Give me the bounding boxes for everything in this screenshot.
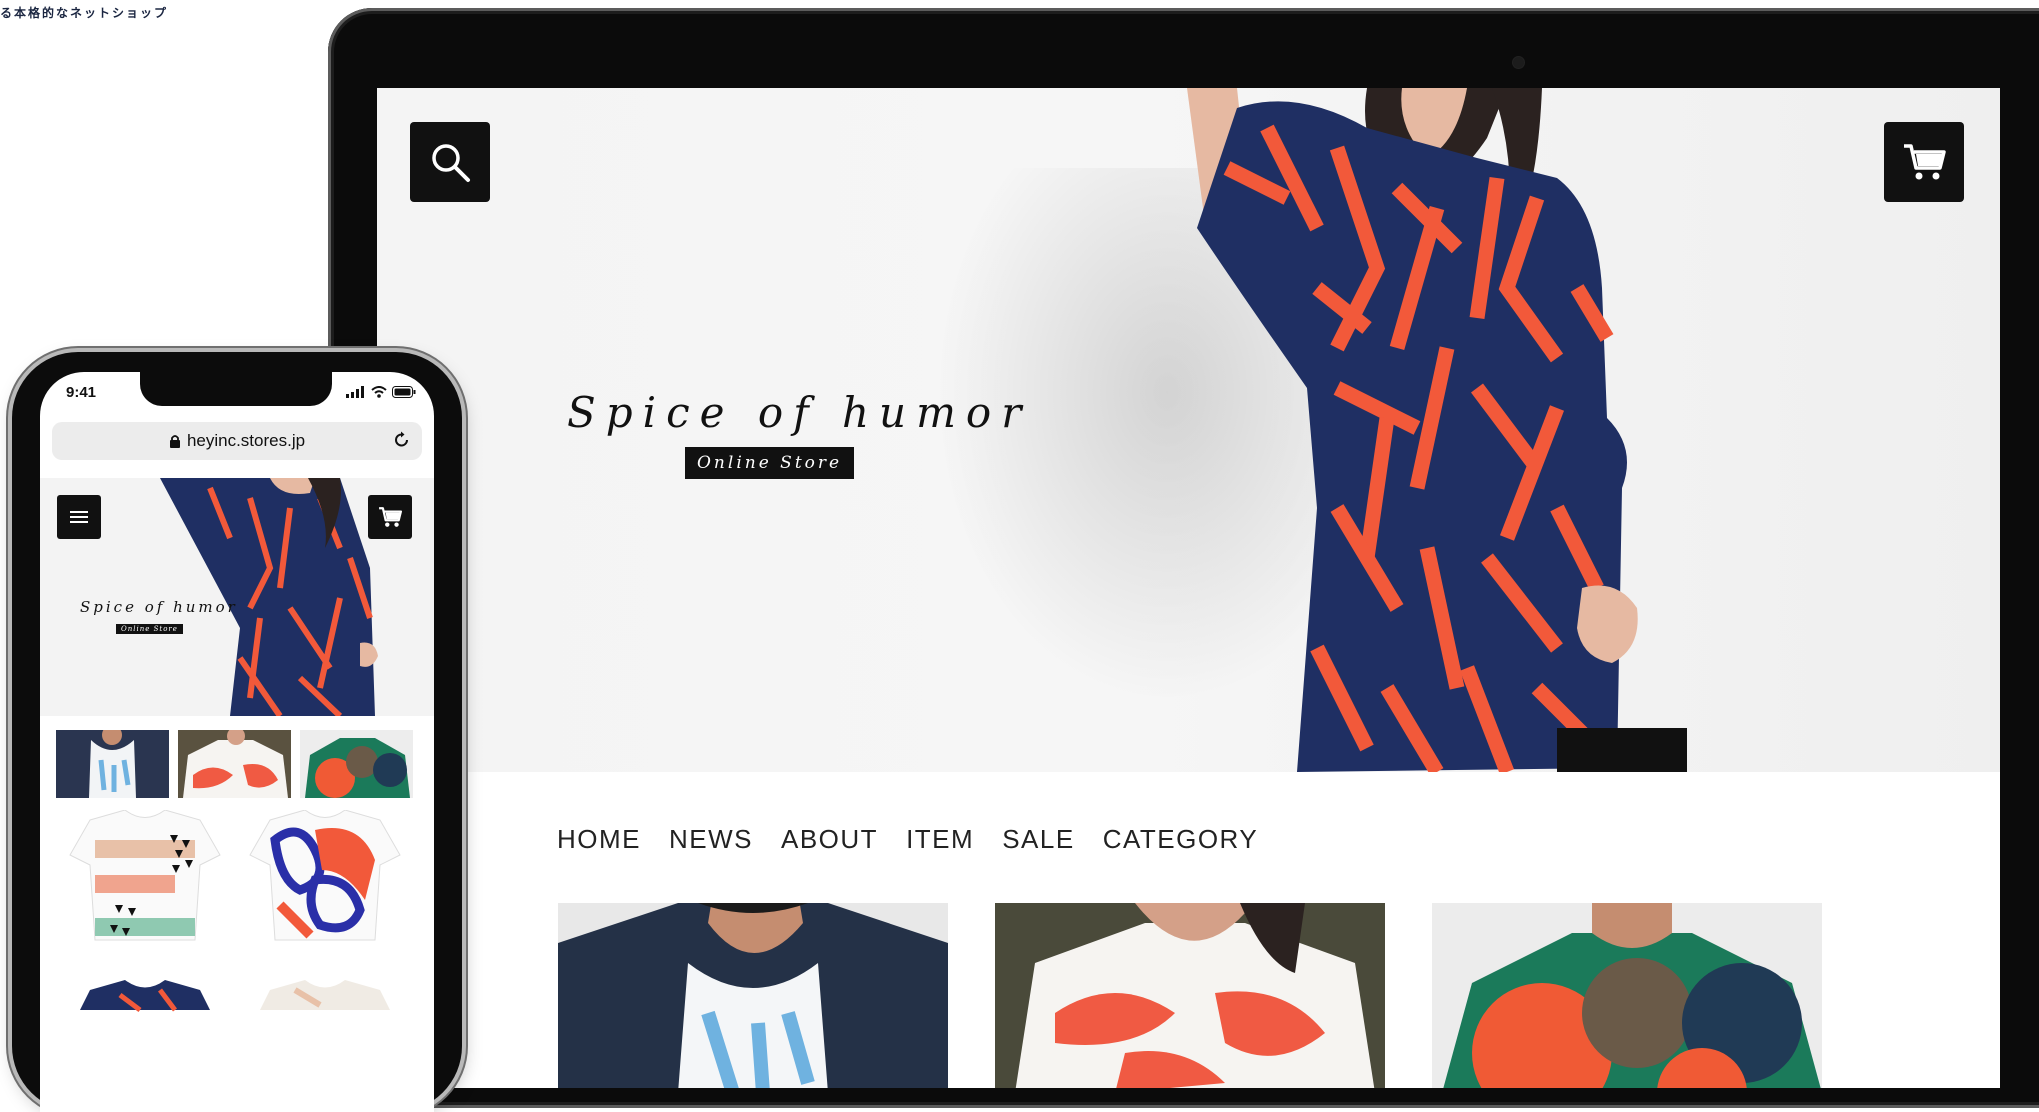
laptop-screen: Spice of humor Online Store HOME NEWS AB… (377, 88, 2000, 1088)
mobile-cart-button[interactable] (368, 495, 412, 539)
hero-model-image (1187, 88, 1687, 772)
signal-icon (346, 386, 364, 398)
tagline: る本格的なネットショップ (0, 6, 169, 20)
reload-icon[interactable] (392, 430, 412, 450)
nav-home[interactable]: HOME (557, 824, 641, 855)
nav-item[interactable]: ITEM (906, 824, 974, 855)
address-bar[interactable]: heyinc.stores.jp (52, 422, 422, 460)
mobile-store-badge: Online Store (116, 624, 183, 634)
thumbnail[interactable] (300, 730, 413, 798)
thumbnail-image (178, 730, 291, 798)
product-card[interactable] (1432, 903, 1822, 1088)
product-image (1432, 903, 1822, 1088)
nav-about[interactable]: ABOUT (781, 824, 878, 855)
phone-screen: 9:41 heyinc.stores.jp Spice of humor Onl… (40, 372, 434, 1112)
phone-frame: 9:41 heyinc.stores.jp Spice of humor Onl… (12, 352, 462, 1112)
search-button[interactable] (410, 122, 490, 202)
hero-banner: Spice of humor Online Store (377, 88, 2000, 772)
mobile-store-logo[interactable]: Spice of humor Online Store (80, 598, 238, 635)
nav-news[interactable]: NEWS (669, 824, 753, 855)
main-nav: HOME NEWS ABOUT ITEM SALE CATEGORY (557, 824, 1258, 855)
wifi-icon (371, 386, 387, 398)
search-icon (432, 144, 470, 182)
nav-category[interactable]: CATEGORY (1103, 824, 1259, 855)
thumbnail-image (56, 730, 169, 798)
hamburger-icon (70, 511, 88, 523)
product-tshirt[interactable] (69, 810, 221, 941)
product-card[interactable] (558, 903, 948, 1088)
product-image (558, 903, 948, 1088)
store-badge: Online Store (685, 447, 855, 479)
store-logo[interactable]: Spice of humor Online Store (567, 388, 1032, 479)
mobile-thumbnails (56, 730, 413, 798)
cart-icon (1904, 144, 1946, 180)
mobile-store-name: Spice of humor (80, 598, 238, 616)
thumbnail[interactable] (56, 730, 169, 798)
cart-button[interactable] (1884, 122, 1964, 202)
nav-sale[interactable]: SALE (1002, 824, 1075, 855)
product-card[interactable] (995, 903, 1385, 1088)
battery-icon (392, 386, 416, 398)
status-icons (346, 386, 416, 398)
phone-notch (140, 372, 332, 406)
mobile-product-grid (69, 810, 401, 1012)
laptop-camera (1513, 57, 1524, 68)
url-text: heyinc.stores.jp (186, 431, 306, 450)
product-tshirt[interactable] (249, 810, 401, 941)
thumbnail-image (300, 730, 413, 798)
product-image (995, 903, 1385, 1088)
mobile-hero-banner: Spice of humor Online Store (40, 478, 434, 716)
status-time: 9:41 (66, 384, 97, 401)
product-grid (558, 903, 1822, 1088)
menu-button[interactable] (57, 495, 101, 539)
thumbnail[interactable] (178, 730, 291, 798)
cart-icon (379, 507, 402, 527)
store-name: Spice of humor (567, 388, 1032, 437)
lock-icon (169, 435, 180, 448)
